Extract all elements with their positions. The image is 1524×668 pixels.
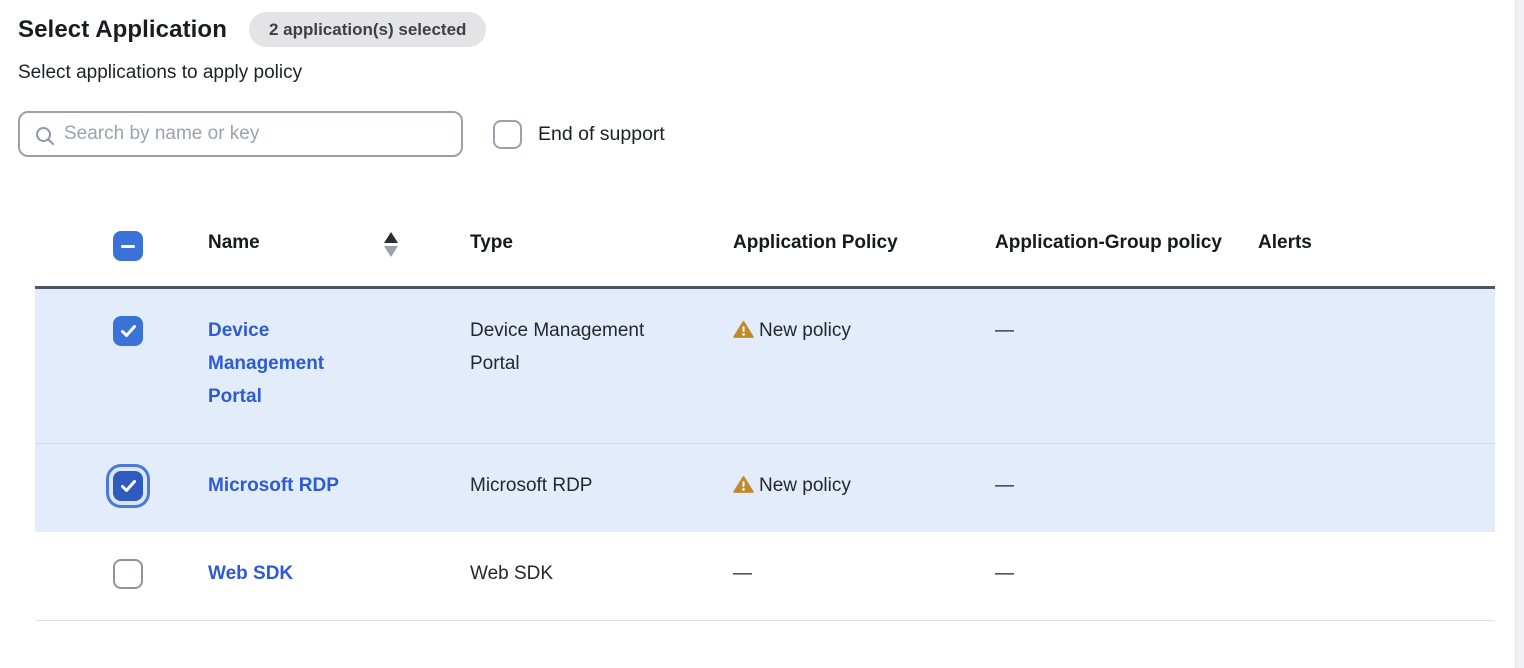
application-policy-text: New policy [759, 314, 851, 347]
warning-triangle-icon [733, 475, 754, 494]
select-all-checkbox[interactable] [113, 231, 143, 261]
application-name-link[interactable]: Microsoft RDP [208, 475, 339, 496]
column-header-type: Type [470, 219, 733, 288]
alerts-cell [1258, 532, 1495, 621]
page-subtitle: Select applications to apply policy [18, 62, 1524, 84]
row-checkbox[interactable] [113, 559, 143, 589]
checkmark-icon [120, 479, 137, 493]
minus-icon [121, 245, 135, 249]
application-policy-text: New policy [759, 469, 851, 502]
page-header: Select Application 2 application(s) sele… [18, 12, 1524, 47]
table-row-web-sdk[interactable]: Web SDK Web SDK — — [35, 532, 1495, 621]
applications-table: Name Type Application Policy Application… [35, 219, 1495, 621]
application-policy-cell: New policy [733, 469, 955, 502]
column-header-alerts: Alerts [1258, 219, 1495, 288]
end-of-support-checkbox[interactable] [493, 120, 522, 149]
filter-bar: End of support [18, 111, 1524, 157]
page-background-gutter [1515, 0, 1524, 668]
application-name-link[interactable]: Device Management Portal [208, 320, 324, 407]
application-group-policy-cell: — [995, 532, 1258, 621]
search-input[interactable] [20, 113, 461, 155]
application-name-link[interactable]: Web SDK [208, 563, 293, 584]
type-cell: Web SDK [470, 532, 733, 621]
selected-count-badge: 2 application(s) selected [249, 12, 486, 47]
table-header-row: Name Type Application Policy Application… [35, 219, 1495, 288]
application-group-policy-cell: — [995, 288, 1258, 444]
search-icon [34, 125, 56, 147]
checkmark-icon [120, 324, 137, 338]
select-application-panel: Select Application 2 application(s) sele… [0, 0, 1524, 621]
type-cell: Device Management Portal [470, 288, 733, 444]
page-title: Select Application [18, 16, 227, 44]
warning-triangle-icon [733, 320, 754, 339]
column-header-application-group-policy: Application-Group policy [995, 219, 1258, 288]
sort-desc-icon [384, 246, 398, 257]
search-box[interactable] [18, 111, 463, 157]
end-of-support-label: End of support [538, 123, 665, 146]
type-cell: Microsoft RDP [470, 444, 733, 533]
application-policy-cell: New policy [733, 314, 955, 347]
end-of-support-filter[interactable]: End of support [493, 120, 665, 149]
column-header-application-policy: Application Policy [733, 219, 995, 288]
row-checkbox[interactable] [113, 316, 143, 346]
alerts-cell [1258, 288, 1495, 444]
row-checkbox-focused[interactable] [113, 471, 143, 501]
table-row-device-management-portal[interactable]: Device Management Portal Device Manageme… [35, 288, 1495, 444]
application-policy-cell: — [733, 532, 995, 621]
sort-arrows-icon[interactable] [384, 232, 398, 257]
table-row-microsoft-rdp[interactable]: Microsoft RDP Microsoft RDP New policy [35, 444, 1495, 533]
column-header-name[interactable]: Name [208, 219, 470, 288]
alerts-cell [1258, 444, 1495, 533]
sort-asc-icon [384, 232, 398, 243]
application-group-policy-cell: — [995, 444, 1258, 533]
